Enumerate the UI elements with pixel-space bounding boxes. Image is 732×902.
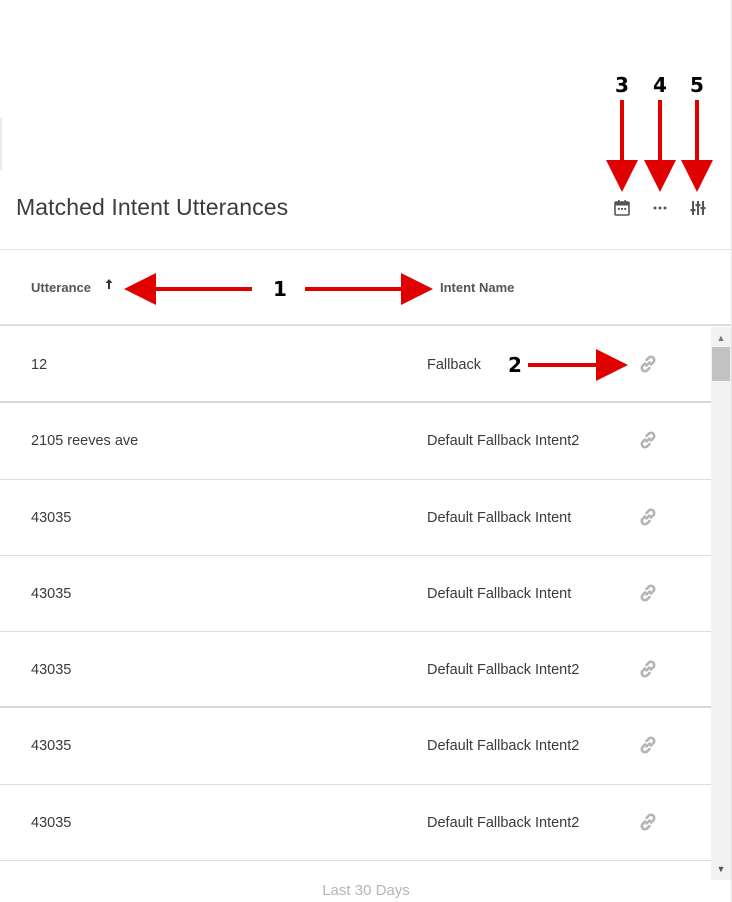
annotation-1: 1: [273, 277, 287, 301]
table-header: Utterance Intent Name: [0, 250, 731, 326]
matched-intent-utterances-card: Matched Intent Utterances Utterance Inte…: [0, 0, 732, 902]
utterance-cell: 2105 reeves ave: [31, 433, 139, 450]
annotation-4: 4: [653, 73, 667, 97]
scrollbar-thumb[interactable]: [712, 347, 730, 381]
link-icon[interactable]: [636, 581, 660, 605]
column-header-utterance[interactable]: Utterance: [31, 280, 91, 295]
utterance-cell: 12: [31, 357, 48, 373]
calendar-icon[interactable]: [612, 198, 632, 218]
intent-cell: Default Fallback Intent2: [427, 433, 580, 450]
link-icon[interactable]: [636, 352, 660, 376]
intent-cell: Default Fallback Intent: [427, 509, 572, 526]
utterance-cell: 43035: [31, 738, 72, 755]
link-icon[interactable]: [636, 733, 660, 757]
vertical-scrollbar[interactable]: ▲ ▼: [711, 327, 731, 880]
link-icon[interactable]: [636, 428, 660, 452]
table-row[interactable]: 12 Fallback: [0, 327, 711, 404]
more-horizontal-icon[interactable]: [650, 198, 670, 218]
scroll-up-icon[interactable]: ▲: [711, 331, 731, 345]
table-row[interactable]: 2105 reeves ave Default Fallback Intent2: [0, 403, 711, 480]
utterance-cell: 43035: [31, 814, 72, 831]
annotation-2: 2: [508, 353, 522, 377]
table-row[interactable]: 43035 Default Fallback Intent: [0, 556, 711, 633]
annotation-3: 3: [615, 73, 629, 97]
link-icon[interactable]: [636, 810, 660, 834]
sort-ascending-icon[interactable]: [104, 278, 114, 293]
intent-cell: Default Fallback Intent2: [427, 738, 580, 755]
edge-mark: [0, 118, 2, 170]
sliders-icon[interactable]: [688, 198, 708, 218]
link-icon[interactable]: [636, 657, 660, 681]
utterance-cell: 43035: [31, 509, 72, 526]
utterance-cell: 43035: [31, 662, 72, 679]
card-title: Matched Intent Utterances: [16, 194, 289, 220]
intent-cell: Fallback: [427, 357, 481, 373]
intent-cell: Default Fallback Intent2: [427, 662, 580, 679]
column-header-intent-name[interactable]: Intent Name: [440, 280, 514, 295]
table-row[interactable]: 43035 Default Fallback Intent2: [0, 785, 711, 860]
annotation-5: 5: [690, 73, 704, 97]
table-bottom-divider: [0, 860, 711, 861]
link-icon[interactable]: [636, 505, 660, 529]
utterance-cell: 43035: [31, 585, 72, 602]
table-row[interactable]: 43035 Default Fallback Intent: [0, 480, 711, 556]
intent-cell: Default Fallback Intent: [427, 585, 572, 602]
date-range-label: Last 30 Days: [322, 882, 410, 899]
scroll-down-icon[interactable]: ▼: [711, 862, 731, 876]
table-body: 12 Fallback 2105 reeves ave Default Fall…: [0, 327, 711, 860]
table-row[interactable]: 43035 Default Fallback Intent2: [0, 632, 711, 709]
intent-cell: Default Fallback Intent2: [427, 814, 580, 831]
table-row[interactable]: 43035 Default Fallback Intent2: [0, 708, 711, 785]
